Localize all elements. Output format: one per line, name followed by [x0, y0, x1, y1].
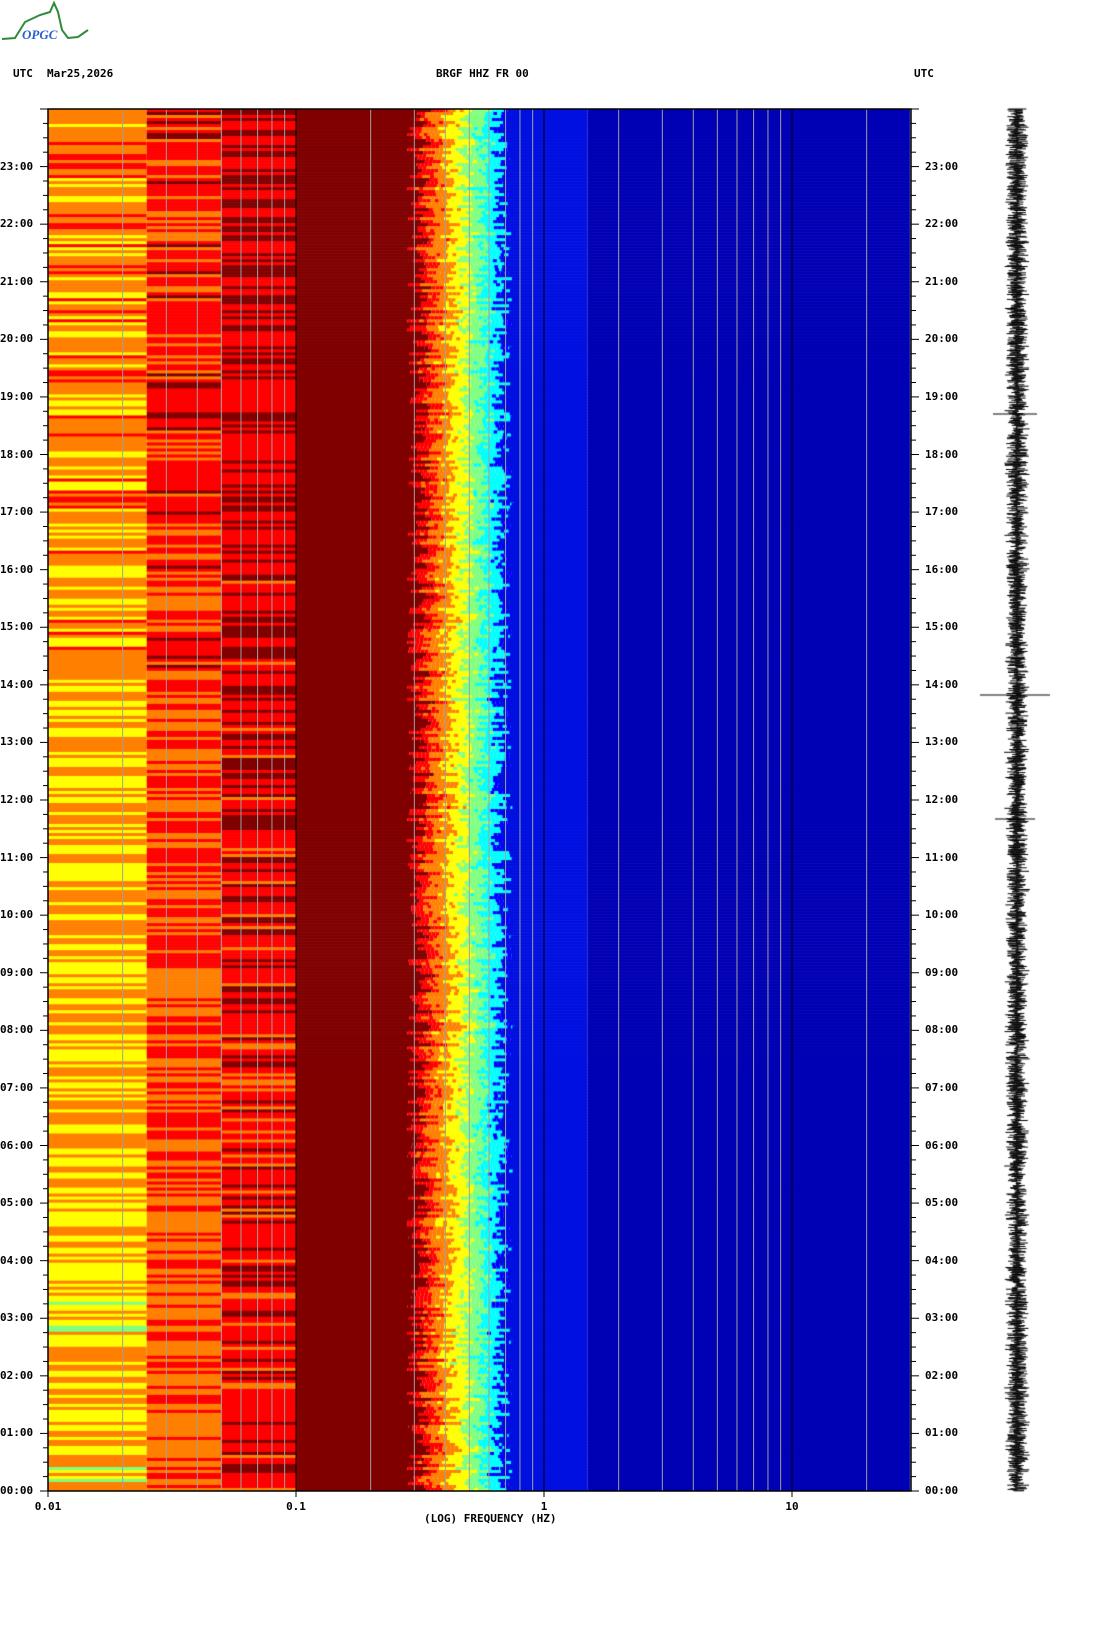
y-tick-label: 07:00 — [0, 1080, 34, 1094]
y-tick-label: 15:00 — [0, 620, 34, 634]
y-tick-label: 03:00 — [0, 1311, 34, 1325]
y-tick-label: 14:00 — [925, 677, 959, 691]
y-tick-label: 15:00 — [925, 620, 959, 634]
y-tick-label: 20:00 — [0, 332, 34, 346]
y-tick-label: 16:00 — [0, 562, 34, 576]
y-tick-label: 18:00 — [925, 447, 959, 461]
y-tick-label: 01:00 — [925, 1426, 959, 1440]
y-tick-label: 12:00 — [0, 793, 34, 806]
y-tick-label: 05:00 — [925, 1196, 959, 1210]
y-tick-label: 16:00 — [925, 562, 959, 576]
y-tick-label: 03:00 — [925, 1311, 959, 1325]
x-tick-label: 0.1 — [286, 1500, 306, 1513]
x-tick-label: 10 — [785, 1500, 799, 1513]
x-tick-label: 0.01 — [34, 1500, 62, 1513]
y-tick-label: 21:00 — [925, 274, 959, 288]
y-tick-label: 22:00 — [925, 217, 959, 231]
y-tick-label: 08:00 — [0, 1023, 34, 1037]
y-tick-label: 05:00 — [0, 1196, 34, 1210]
y-tick-label: 18:00 — [0, 447, 34, 461]
y-tick-label: 04:00 — [0, 1253, 34, 1267]
y-tick-label: 00:00 — [0, 1484, 34, 1497]
y-tick-label: 11:00 — [0, 850, 34, 864]
y-tick-label: 22:00 — [0, 217, 34, 231]
y-tick-label: 17:00 — [0, 505, 34, 519]
y-tick-label: 04:00 — [925, 1253, 959, 1267]
y-tick-label: 02:00 — [0, 1368, 34, 1382]
y-tick-label: 10:00 — [925, 908, 959, 922]
y-tick-label: 11:00 — [925, 850, 959, 864]
y-tick-label: 19:00 — [0, 389, 34, 403]
plot-frame — [47, 108, 912, 1492]
x-axis-title: (LOG) FREQUENCY (HZ) — [424, 1512, 557, 1525]
y-tick-label: 07:00 — [925, 1080, 959, 1094]
y-tick-label: 13:00 — [0, 735, 34, 749]
y-tick-label: 00:00 — [925, 1484, 959, 1497]
y-tick-label: 14:00 — [0, 677, 34, 691]
y-tick-label: 09:00 — [0, 965, 34, 979]
y-tick-label: 21:00 — [0, 274, 34, 288]
y-tick-label: 20:00 — [925, 332, 959, 346]
y-tick-label: 06:00 — [0, 1138, 34, 1152]
axes-overlay — [40, 108, 919, 1497]
y-tick-label: 06:00 — [925, 1138, 959, 1152]
y-tick-label: 17:00 — [925, 505, 959, 519]
y-tick-label: 02:00 — [925, 1368, 959, 1382]
y-tick-label: 23:00 — [925, 159, 959, 173]
seismogram-trace — [975, 105, 1055, 1495]
y-tick-label: 12:00 — [925, 793, 959, 806]
y-tick-label: 01:00 — [0, 1426, 34, 1440]
y-tick-label: 09:00 — [925, 965, 959, 979]
y-tick-label: 13:00 — [925, 735, 959, 749]
y-tick-label: 10:00 — [0, 908, 34, 922]
y-tick-label: 23:00 — [0, 159, 34, 173]
y-tick-label: 19:00 — [925, 389, 959, 403]
y-tick-label: 08:00 — [925, 1023, 959, 1037]
